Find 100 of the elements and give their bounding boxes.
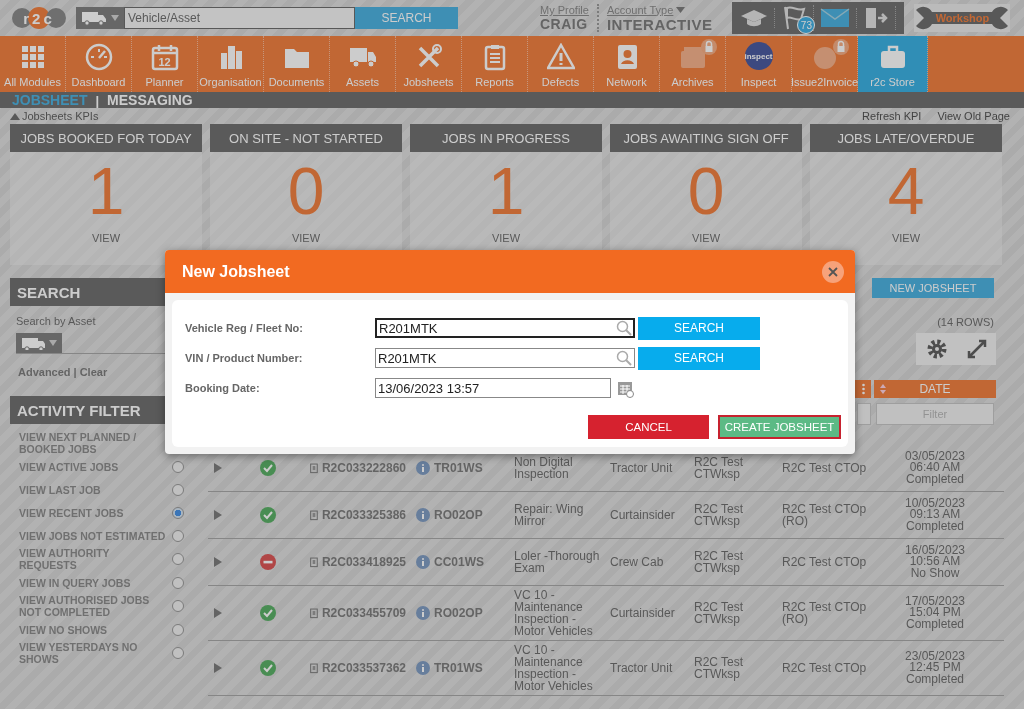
view-link[interactable]: VIEW: [91, 232, 121, 244]
expand-arrow-icon[interactable]: [214, 608, 222, 618]
registration[interactable]: TR01WS: [434, 462, 483, 474]
search-icon[interactable]: [616, 320, 632, 336]
menu-dots-icon: [861, 383, 865, 395]
table-cell-text: R2C Test CTWksp: [694, 601, 745, 625]
close-button[interactable]: [822, 260, 844, 283]
registration[interactable]: RO02OP: [434, 607, 483, 619]
radio-button[interactable]: [172, 529, 184, 542]
expand-arrow-icon[interactable]: [214, 663, 222, 673]
radio-button[interactable]: [172, 647, 184, 659]
filter-option[interactable]: VIEW AUTHORITY REQUESTS: [19, 547, 169, 571]
job-number[interactable]: R2C033325386: [321, 509, 406, 521]
kpi-value: 1: [487, 156, 525, 226]
radio-button[interactable]: [172, 623, 184, 636]
radio-button[interactable]: [172, 553, 184, 565]
collapse-icon[interactable]: [10, 112, 20, 120]
vehicle-type-dropdown[interactable]: [16, 333, 62, 353]
table-cell-text: R2C Test CTWksp: [694, 503, 745, 527]
settings-icon[interactable]: [925, 338, 948, 360]
radio-button[interactable]: [172, 576, 184, 589]
info-icon[interactable]: [416, 606, 430, 620]
registration[interactable]: TR01WS: [434, 662, 483, 674]
filter-field[interactable]: [857, 403, 871, 425]
expand-arrow-icon[interactable]: [214, 557, 222, 567]
link[interactable]: Refresh KPI: [862, 110, 922, 122]
registration[interactable]: RO02OP: [434, 509, 483, 521]
cancel-button[interactable]: CANCEL: [588, 415, 709, 439]
clipboard-icon: [310, 460, 318, 476]
view-link[interactable]: VIEW: [491, 232, 521, 244]
nav-item[interactable]: r2c Store: [858, 36, 928, 92]
tab[interactable]: MESSAGING: [107, 92, 193, 108]
info-icon[interactable]: [416, 461, 430, 475]
job-number[interactable]: R2C033418925: [321, 556, 406, 568]
table-cell-text: R2C Test CTOp (RO): [782, 601, 868, 625]
caret-icon: [49, 340, 57, 346]
table-cell: R2C Test CTOp: [782, 462, 867, 474]
filter-option[interactable]: VIEW IN QUERY JOBS: [19, 576, 169, 589]
link[interactable]: Clear: [79, 366, 108, 378]
create-button[interactable]: CREATE JOBSHEET: [718, 415, 841, 439]
job-number[interactable]: R2C033222860: [321, 462, 406, 474]
info-icon[interactable]: [416, 661, 430, 675]
filter-option[interactable]: VIEW AUTHORISED JOBS NOT COMPLETED: [19, 594, 169, 618]
no-entry-icon: [260, 554, 276, 570]
field-label: Vehicle Reg / Fleet No:: [185, 322, 304, 334]
view-link[interactable]: VIEW: [891, 232, 921, 244]
expand-arrow-icon[interactable]: [214, 510, 222, 520]
info-icon[interactable]: [416, 555, 430, 569]
filter-option[interactable]: VIEW NEXT PLANNED / BOOKED JOBS: [19, 431, 169, 455]
filter-option[interactable]: VIEW YESTERDAYS NO SHOWS: [19, 641, 169, 665]
table-cell: R2C Test CTOp: [782, 556, 867, 568]
filter-option[interactable]: VIEW NO SHOWS: [19, 623, 169, 636]
filter-option[interactable]: VIEW ACTIVE JOBS: [19, 460, 169, 473]
filter-option[interactable]: VIEW JOBS NOT ESTIMATED: [19, 529, 169, 542]
kpi-toggle[interactable]: Jobsheets KPIs: [22, 110, 99, 122]
envelope-icon[interactable]: [820, 8, 858, 28]
radio-button[interactable]: [172, 506, 184, 519]
filter-option[interactable]: VIEW RECENT JOBS: [19, 506, 169, 519]
input-field[interactable]: R201MTK: [375, 318, 635, 338]
new-jobsheet-button[interactable]: NEW JOBSHEET: [872, 278, 994, 298]
vehicle-type-dropdown[interactable]: [76, 7, 124, 29]
expand-arrow-icon[interactable]: [214, 463, 222, 473]
user-name: CRAIG: [540, 16, 588, 32]
table-cell-text: R2C Test CTWksp: [694, 456, 745, 480]
tab[interactable]: JOBSHEET: [12, 92, 88, 108]
exit-icon[interactable]: [863, 6, 897, 30]
search-button[interactable]: SEARCH: [355, 7, 458, 29]
close-icon: [828, 266, 838, 277]
table-cell-text: Loler -Thorough Exam: [514, 550, 601, 574]
graduation-cap-icon[interactable]: [740, 8, 776, 28]
info-icon[interactable]: [416, 508, 430, 522]
job-number[interactable]: R2C033537362: [321, 662, 406, 674]
registration[interactable]: CC01WS: [434, 556, 484, 568]
radio-button[interactable]: [172, 460, 184, 473]
account-type-link[interactable]: Account Type: [606, 3, 674, 16]
search-icon[interactable]: [616, 350, 632, 366]
radio-button[interactable]: [172, 483, 184, 496]
notification-badge: 73: [797, 16, 816, 34]
kpi-title: JOBS AWAITING SIGN OFF: [610, 124, 802, 152]
view-link[interactable]: VIEW: [691, 232, 721, 244]
link[interactable]: Advanced: [18, 366, 71, 378]
input-field[interactable]: 13/06/2023 13:57: [375, 378, 611, 398]
search-button[interactable]: SEARCH: [638, 346, 760, 370]
job-number[interactable]: R2C033455709: [321, 607, 406, 619]
expand-icon[interactable]: [966, 339, 987, 359]
date-cell-text: 23/05/2023 12:45 PM Completed: [903, 650, 967, 686]
clipboard-icon: [310, 507, 318, 523]
search-button[interactable]: SEARCH: [638, 316, 760, 340]
filter-option[interactable]: VIEW LAST JOB: [19, 483, 169, 496]
column-header[interactable]: DATE: [874, 380, 996, 398]
clipboard-icon: [310, 554, 318, 570]
radio-button[interactable]: [172, 600, 184, 612]
column-menu-button[interactable]: [855, 380, 871, 398]
table-cell: Tractor Unit: [610, 462, 673, 474]
search-field[interactable]: Vehicle/Asset: [124, 7, 355, 29]
view-link[interactable]: VIEW: [291, 232, 321, 244]
dialog-title: New Jobsheet: [182, 262, 290, 281]
link[interactable]: View Old Page: [937, 110, 1010, 122]
profile-link[interactable]: My Profile: [540, 4, 589, 16]
input-field[interactable]: R201MTK: [375, 348, 635, 368]
